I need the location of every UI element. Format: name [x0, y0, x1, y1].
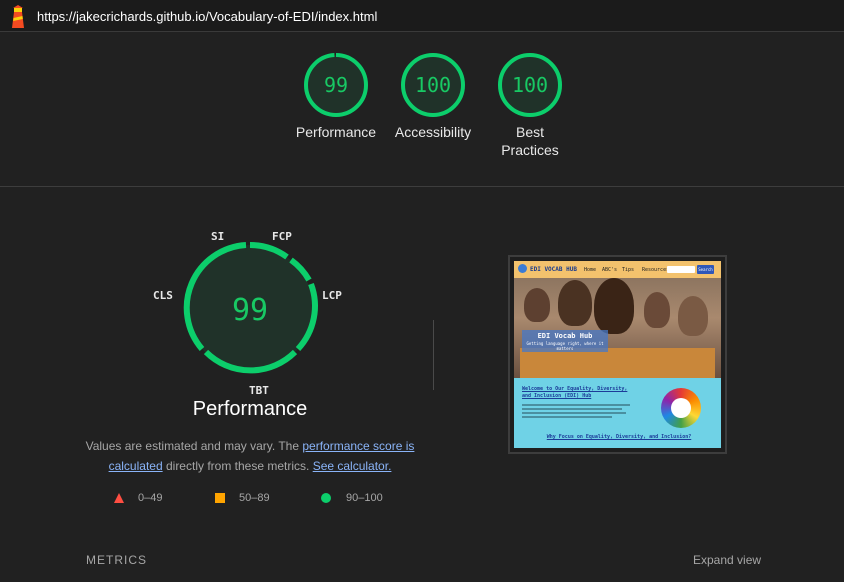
square-icon: [215, 493, 225, 503]
legend-pass-range: 90–100: [346, 492, 383, 504]
thumb-search-input: [667, 266, 695, 273]
final-screenshot[interactable]: EDI VOCAB HUB Home ABC's Tips Resources …: [508, 255, 727, 454]
thumb-clothes: [520, 348, 715, 378]
performance-detail-gauge: 99: [183, 242, 318, 374]
thumb-person: [678, 296, 708, 336]
performance-gauge[interactable]: 99 Performance: [281, 52, 391, 141]
thumb-nav-home: Home: [584, 267, 597, 273]
metrics-heading: METRICS: [86, 553, 147, 567]
thumb-person: [644, 292, 670, 328]
best-practices-gauge[interactable]: 100 Best Practices: [475, 52, 585, 159]
vertical-divider: [433, 320, 434, 390]
legend-fail-range: 0–49: [138, 492, 163, 504]
thumb-section-title: Welcome to Our Equality, Diversity, and …: [522, 386, 628, 399]
legend-fail: 0–49: [114, 492, 162, 504]
lighthouse-icon: [12, 5, 24, 28]
accessibility-score: 100: [415, 73, 451, 97]
url-bar: https://jakecrichards.github.io/Vocabula…: [0, 0, 844, 32]
metric-tag-fcp: FCP: [272, 230, 292, 243]
triangle-icon: [114, 493, 124, 503]
thumb-search-button: Search: [697, 265, 714, 274]
expand-view-button[interactable]: Expand view: [693, 553, 761, 567]
thumb-hero: EDI Vocab Hub Getting language right, wh…: [514, 278, 721, 378]
accessibility-gauge[interactable]: 100 Accessibility: [378, 52, 488, 141]
desc-text-1: Values are estimated and may vary. The: [85, 439, 303, 453]
thumb-person: [524, 288, 550, 322]
performance-description: Values are estimated and may vary. The p…: [80, 436, 420, 476]
performance-label: Performance: [295, 124, 377, 140]
performance-detail-score: 99: [232, 293, 268, 328]
thumb-hero-title: EDI Vocab Hub: [537, 332, 593, 340]
page-url[interactable]: https://jakecrichards.github.io/Vocabula…: [37, 9, 377, 24]
thumb-hero-tagline: Getting language right, where it matters: [526, 341, 604, 351]
accessibility-label: Accessibility: [394, 124, 472, 140]
thumb-text-line: [522, 408, 622, 410]
thumb-section-subtitle: Why Focus on Equality, Diversity, and In…: [546, 434, 692, 440]
section-divider: [0, 186, 844, 187]
thumb-site-name: EDI VOCAB HUB: [530, 266, 577, 273]
thumb-nav: EDI VOCAB HUB Home ABC's Tips Resources …: [514, 261, 721, 278]
metric-tag-cls: CLS: [153, 289, 173, 302]
legend-average: 50–89: [215, 492, 270, 504]
see-calculator-link[interactable]: See calculator.: [313, 459, 392, 473]
thumb-text-line: [522, 416, 612, 418]
legend-average-range: 50–89: [239, 492, 270, 504]
performance-title: Performance: [192, 398, 308, 420]
best-practices-label: Best Practices: [501, 124, 559, 158]
desc-text-2: directly from these metrics.: [162, 459, 313, 473]
metric-tag-si: SI: [211, 230, 225, 243]
metric-tag-tbt: TBT: [249, 384, 269, 397]
thumb-text-line: [522, 404, 630, 406]
thumb-logo-center: [671, 398, 691, 418]
thumb-hero-box: EDI Vocab Hub Getting language right, wh…: [522, 330, 608, 352]
thumb-nav-abcs: ABC's: [602, 267, 618, 273]
thumb-person: [594, 278, 634, 334]
performance-score: 99: [324, 73, 348, 97]
thumb-nav-resources: Resources: [642, 267, 670, 273]
thumb-person: [558, 280, 592, 326]
thumb-text-line: [522, 412, 626, 414]
thumb-nav-tips: Tips: [622, 267, 635, 273]
thumb-welcome-section: Welcome to Our Equality, Diversity, and …: [514, 378, 721, 448]
legend-pass: 90–100: [321, 492, 383, 504]
circle-icon: [321, 493, 331, 503]
metric-tag-lcp: LCP: [322, 289, 342, 302]
best-practices-score: 100: [512, 73, 548, 97]
thumb-globe-icon: [518, 264, 527, 273]
